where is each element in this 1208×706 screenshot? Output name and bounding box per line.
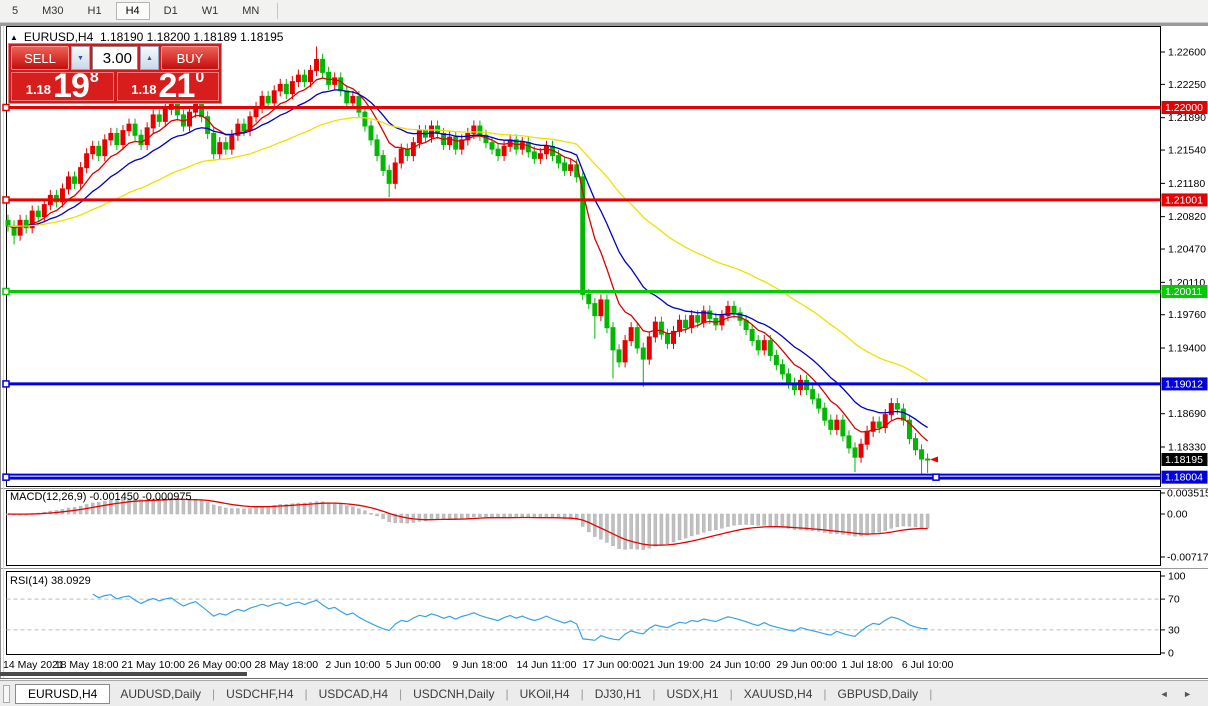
macd-values: -0.001450 -0.000975 [89,491,191,503]
svg-text:1.20011: 1.20011 [1165,286,1202,298]
timeframe-m30[interactable]: M30 [32,2,73,20]
svg-text:70: 70 [1168,594,1180,606]
svg-text:26 May 00:00: 26 May 00:00 [188,659,252,671]
tab-gbpusd-daily[interactable]: GBPUSD,Daily [828,684,929,704]
svg-text:24 Jun 10:00: 24 Jun 10:00 [710,659,771,671]
spinner-up-icon: ▲ [146,55,153,62]
tab-separator: | [928,687,933,701]
timeframe-5[interactable]: 5 [2,2,28,20]
svg-text:1.22000: 1.22000 [1165,102,1203,114]
horizontal-scrollbar-thumb[interactable] [0,672,247,676]
tab-usdchf-h4[interactable]: USDCHF,H4 [216,684,303,704]
svg-text:21 May 10:00: 21 May 10:00 [121,659,185,671]
chart-ohlc-values: 1.18190 1.18200 1.18189 1.18195 [100,30,284,44]
lot-increase-button[interactable]: ▲ [140,46,159,70]
tab-ukoil-h4[interactable]: UKOil,H4 [510,684,580,704]
svg-text:9 Jun 18:00: 9 Jun 18:00 [452,659,507,671]
tab-bar-grip[interactable] [3,685,10,703]
sell-price-display[interactable]: 1.18 19 8 [11,72,114,101]
rsi-indicator-label: RSI(14) 38.0929 [10,575,91,587]
svg-text:1.21180: 1.21180 [1168,178,1205,190]
svg-text:0.003515: 0.003515 [1167,487,1208,499]
horizontal-lines[interactable] [3,105,1161,481]
svg-text:1.20470: 1.20470 [1168,244,1206,256]
tab-dj30-h1[interactable]: DJ30,H1 [585,684,652,704]
one-click-trading-panel: SELL ▼ ▲ BUY 1.18 19 8 1.18 21 0 [8,43,222,104]
svg-text:14 Jun 11:00: 14 Jun 11:00 [516,659,576,671]
buy-price-display[interactable]: 1.18 21 0 [117,72,220,101]
svg-text:1.18330: 1.18330 [1168,442,1206,454]
rsi-value: 38.0929 [51,575,91,587]
rsi-panel: 100 70 30 0 [7,571,1186,660]
svg-text:1.22250: 1.22250 [1168,79,1206,91]
chart-title: ▲ EURUSD,H4 1.18190 1.18200 1.18189 1.181… [10,30,283,44]
spinner-down-icon: ▼ [77,55,84,62]
svg-text:6 Jul 10:00: 6 Jul 10:00 [902,659,954,671]
chart-symbol-label: EURUSD,H4 [24,30,93,44]
svg-text:28 May 18:00: 28 May 18:00 [254,659,318,671]
toolbar-separator [277,3,278,19]
buy-price-big: 21 [159,73,195,100]
svg-text:1.22600: 1.22600 [1168,47,1206,59]
svg-text:100: 100 [1168,571,1186,583]
rsi-name: RSI(14) [10,575,48,587]
sell-price-pip: 8 [90,72,99,87]
svg-text:0: 0 [1168,648,1174,660]
buy-button[interactable]: BUY [161,46,219,70]
svg-text:1.19400: 1.19400 [1168,343,1206,355]
tab-usdx-h1[interactable]: USDX,H1 [657,684,729,704]
svg-text:1.18195: 1.18195 [1165,454,1203,466]
svg-text:1.19012: 1.19012 [1165,378,1203,390]
svg-text:30: 30 [1168,624,1180,636]
timeframe-mn[interactable]: MN [232,2,269,20]
svg-text:1.20820: 1.20820 [1168,211,1206,223]
rsi-line [93,594,928,640]
svg-text:1.21001: 1.21001 [1165,194,1203,206]
svg-text:0.00: 0.00 [1167,509,1188,521]
svg-text:-0.007178: -0.007178 [1167,551,1208,563]
price-axis[interactable]: 1.226001.222501.218901.215401.211801.208… [1161,47,1208,484]
tab-usdcnh-daily[interactable]: USDCNH,Daily [403,684,504,704]
tab-scroll-arrows-icon[interactable]: ◄ ► [1160,689,1198,699]
timeframe-h4[interactable]: H4 [116,2,150,20]
macd-name: MACD(12,26,9) [10,491,86,503]
tab-audusd-daily[interactable]: AUDUSD,Daily [110,684,211,704]
svg-text:18 May 18:00: 18 May 18:00 [55,659,119,671]
timeframe-d1[interactable]: D1 [154,2,188,20]
svg-text:29 Jun 00:00: 29 Jun 00:00 [776,659,837,671]
chart-tabs: EURUSD,H4AUDUSD,Daily|USDCHF,H4|USDCAD,H… [15,684,933,704]
chart-canvas[interactable]: 1.226001.222501.218901.215401.211801.208… [0,26,1208,680]
candlesticks [6,46,930,474]
tab-xauusd-h4[interactable]: XAUUSD,H4 [734,684,823,704]
time-axis[interactable]: 14 May 202118 May 18:0021 May 10:0026 Ma… [0,659,953,676]
buy-price-small: 1.18 [131,82,156,97]
tab-eurusd-h4[interactable]: EURUSD,H4 [15,684,110,704]
svg-text:21 Jun 19:00: 21 Jun 19:00 [643,659,704,671]
svg-text:1.18690: 1.18690 [1168,408,1206,420]
svg-text:1.19760: 1.19760 [1168,309,1206,321]
lot-size-input[interactable] [92,46,138,70]
current-price-marker [930,456,938,462]
lot-decrease-button[interactable]: ▼ [71,46,90,70]
tab-usdcad-h4[interactable]: USDCAD,H4 [309,684,398,704]
sell-price-big: 19 [53,73,89,100]
buy-price-pip: 0 [195,72,204,87]
timeframe-h1[interactable]: H1 [78,2,112,20]
sell-button[interactable]: SELL [11,46,69,70]
svg-text:17 Jun 00:00: 17 Jun 00:00 [583,659,644,671]
chart-tab-bar: EURUSD,H4AUDUSD,Daily|USDCHF,H4|USDCAD,H… [0,680,1208,706]
timeframe-toolbar: 5M30 H1H4D1W1MN [0,0,1208,23]
ma-slow-yellow [8,118,928,381]
timeframe-w1[interactable]: W1 [192,2,229,20]
svg-text:2 Jun 10:00: 2 Jun 10:00 [325,659,380,671]
collapse-panel-icon[interactable]: ▲ [10,33,18,42]
svg-text:5 Jun 00:00: 5 Jun 00:00 [386,659,441,671]
sell-price-small: 1.18 [26,82,51,97]
svg-text:1 Jul 18:00: 1 Jul 18:00 [841,659,893,671]
svg-text:1.18004: 1.18004 [1165,472,1203,484]
chart-window[interactable]: 1.226001.222501.218901.215401.211801.208… [0,26,1208,680]
macd-indicator-label: MACD(12,26,9) -0.001450 -0.000975 [10,491,192,503]
svg-text:1.21540: 1.21540 [1168,145,1206,157]
